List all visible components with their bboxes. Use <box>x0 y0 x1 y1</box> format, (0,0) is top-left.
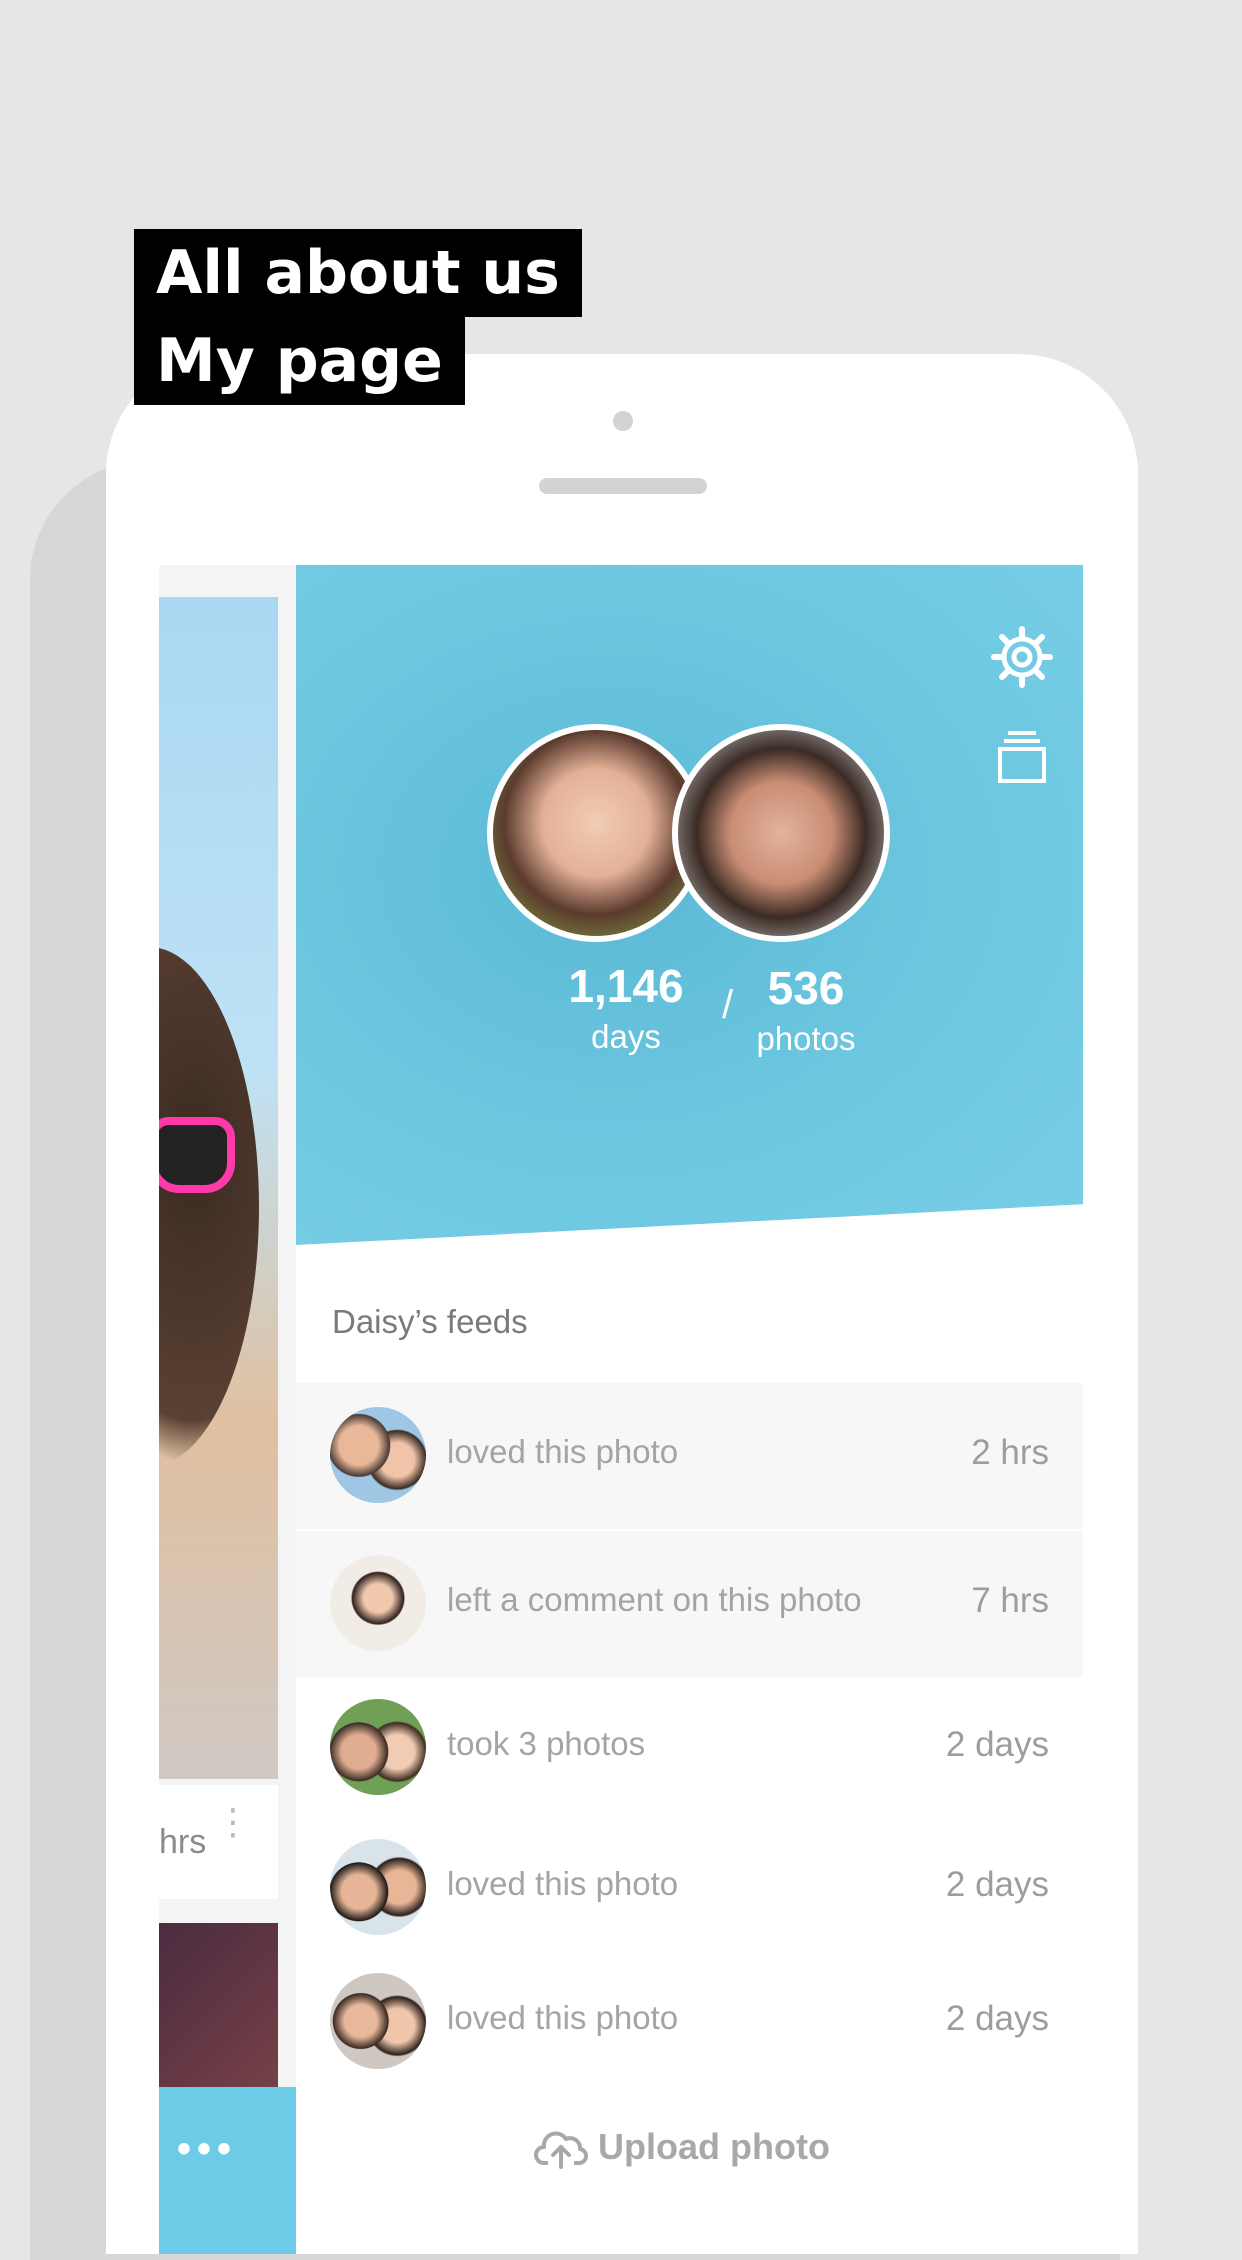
phone-frame: hrs ⋮ ••• 1,146 days / 536 photos Daisy’… <box>106 354 1138 2254</box>
feed-time: 2 days <box>945 1999 1049 2038</box>
feed-text: loved this photo <box>447 1865 679 1902</box>
feed-time: 2 days <box>945 1865 1049 1904</box>
feed-time: 2 days <box>945 1725 1049 1764</box>
feed-time: 7 hrs <box>971 1581 1049 1620</box>
feed-avatar <box>330 1973 426 2069</box>
profile-header <box>296 565 1083 1245</box>
days-count: 1,146 <box>568 960 684 1012</box>
avatar-partner[interactable] <box>672 724 890 942</box>
feed-text: loved this photo <box>447 1433 679 1470</box>
feed-item[interactable]: loved this photo 2 days <box>296 1815 1083 1961</box>
upload-photo-label: Upload photo <box>598 2126 830 2167</box>
background-feed-card[interactable]: hrs ⋮ ••• <box>159 565 296 2254</box>
phone-speaker <box>539 478 707 494</box>
photos-label: photos <box>756 1020 856 1057</box>
feed-avatar <box>330 1699 426 1795</box>
caption-line-2: My page <box>134 317 465 405</box>
photo-subject <box>159 947 259 1467</box>
photos-count: 536 <box>767 962 845 1014</box>
caption-line-1: All about us <box>134 229 582 317</box>
days-label: days <box>591 1018 661 1055</box>
stack-icon[interactable] <box>990 725 1054 789</box>
feed-time: 2 hrs <box>971 1433 1049 1472</box>
profile-panel: 1,146 days / 536 photos Daisy’s feeds lo… <box>296 565 1083 2254</box>
cloud-upload-icon <box>534 2131 588 2169</box>
more-dots-icon: ••• <box>177 2127 238 2171</box>
background-card-footer: hrs ⋮ <box>159 1785 278 1899</box>
phone-camera <box>613 411 633 431</box>
feed-avatar <box>330 1555 426 1651</box>
background-card-time: hrs <box>159 1823 207 1861</box>
feed-item[interactable]: left a comment on this photo 7 hrs <box>296 1531 1083 1677</box>
upload-photo-button[interactable]: Upload photo <box>534 2125 830 2169</box>
feed-avatar <box>330 1407 426 1503</box>
more-button[interactable]: ••• <box>159 2087 296 2254</box>
feeds-title: Daisy’s feeds <box>332 1303 528 1340</box>
kebab-menu-icon[interactable]: ⋮ <box>215 1804 251 1840</box>
gear-icon[interactable] <box>990 625 1054 689</box>
feed-text: left a comment on this photo <box>447 1581 862 1618</box>
feed-avatar <box>330 1839 426 1935</box>
feed-item[interactable]: loved this photo 2 days <box>296 1949 1083 2095</box>
photo-sunglasses <box>159 1117 235 1193</box>
feed-text: took 3 photos <box>447 1725 646 1762</box>
feed-text: loved this photo <box>447 1999 679 2036</box>
feed-item[interactable]: took 3 photos 2 days <box>296 1675 1083 1821</box>
feed-item[interactable]: loved this photo 2 hrs <box>296 1383 1083 1529</box>
background-photo[interactable] <box>159 597 278 1779</box>
app-screen: hrs ⋮ ••• 1,146 days / 536 photos Daisy’… <box>159 565 1083 2254</box>
